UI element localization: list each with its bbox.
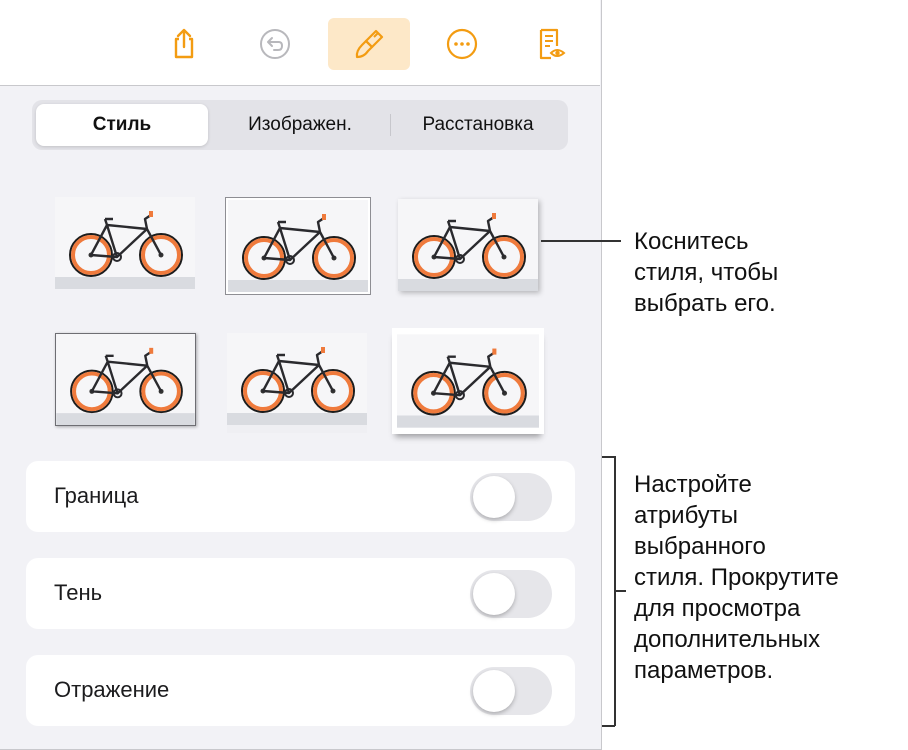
callout-line: Коснитесь — [634, 228, 749, 255]
border-label: Граница — [54, 483, 139, 508]
callout-line: параметров. — [634, 657, 774, 684]
share-icon — [174, 28, 194, 59]
callout-line: Настройте — [634, 471, 752, 498]
option-row-shadow: Тень — [26, 558, 575, 629]
style-thumbnail-curl-shadow[interactable] — [392, 328, 544, 434]
format-brush-icon — [355, 29, 384, 59]
reflection-label: Отражение — [54, 677, 170, 702]
callout-line: атрибуты — [634, 502, 739, 529]
reading-view-button[interactable] — [526, 18, 574, 70]
style-thumbnail-plain[interactable] — [55, 197, 195, 289]
format-panel: Стиль Изображен. Расстановка Граница Тен… — [0, 0, 602, 750]
callout-leader-line — [541, 240, 621, 242]
border-toggle[interactable] — [470, 473, 552, 521]
style-thumbnail-framed[interactable] — [55, 333, 196, 426]
reflection-toggle[interactable] — [470, 667, 552, 715]
more-icon — [446, 28, 478, 60]
shadow-label: Тень — [54, 580, 103, 605]
style-thumbnail-reflection[interactable] — [227, 333, 367, 433]
tab-image[interactable]: Изображен. — [212, 104, 388, 146]
callout-tap-style: Коснитесь стиля, чтобы выбрать его. — [634, 226, 778, 319]
shadow-toggle[interactable] — [470, 570, 552, 618]
tab-bar: Стиль Изображен. Расстановка — [32, 100, 568, 150]
toggle-knob — [473, 670, 515, 712]
toggle-knob — [473, 573, 515, 615]
toolbar — [0, 0, 600, 86]
callout-line: дополнительных — [634, 626, 821, 653]
callout-line: для просмотра — [634, 595, 801, 622]
undo-icon — [260, 29, 290, 59]
undo-button[interactable] — [251, 18, 299, 70]
callout-line: стиля, чтобы — [634, 259, 779, 286]
option-row-reflection: Отражение — [26, 655, 575, 726]
callout-line: выбрать его. — [634, 290, 776, 317]
style-thumbnail-soft-shadow[interactable] — [398, 199, 538, 291]
callout-bracket-tick — [614, 590, 626, 592]
format-button[interactable] — [328, 18, 410, 70]
share-button[interactable] — [160, 18, 208, 70]
tab-style[interactable]: Стиль — [36, 104, 208, 146]
callout-bracket-top — [602, 456, 615, 458]
callout-bracket-bottom — [602, 725, 615, 727]
tab-arrange[interactable]: Расстановка — [392, 104, 564, 146]
more-button[interactable] — [438, 18, 486, 70]
option-row-border: Граница — [26, 461, 575, 532]
style-thumbnail-thin-border[interactable] — [225, 197, 371, 295]
toggle-knob — [473, 476, 515, 518]
reading-view-icon — [539, 28, 566, 60]
callout-adjust-attributes: Настройте атрибуты выбранного стиля. Про… — [634, 469, 839, 686]
callout-line: выбранного — [634, 533, 766, 560]
callout-line: стиля. Прокрутите — [634, 564, 839, 591]
tab-divider — [390, 114, 391, 136]
